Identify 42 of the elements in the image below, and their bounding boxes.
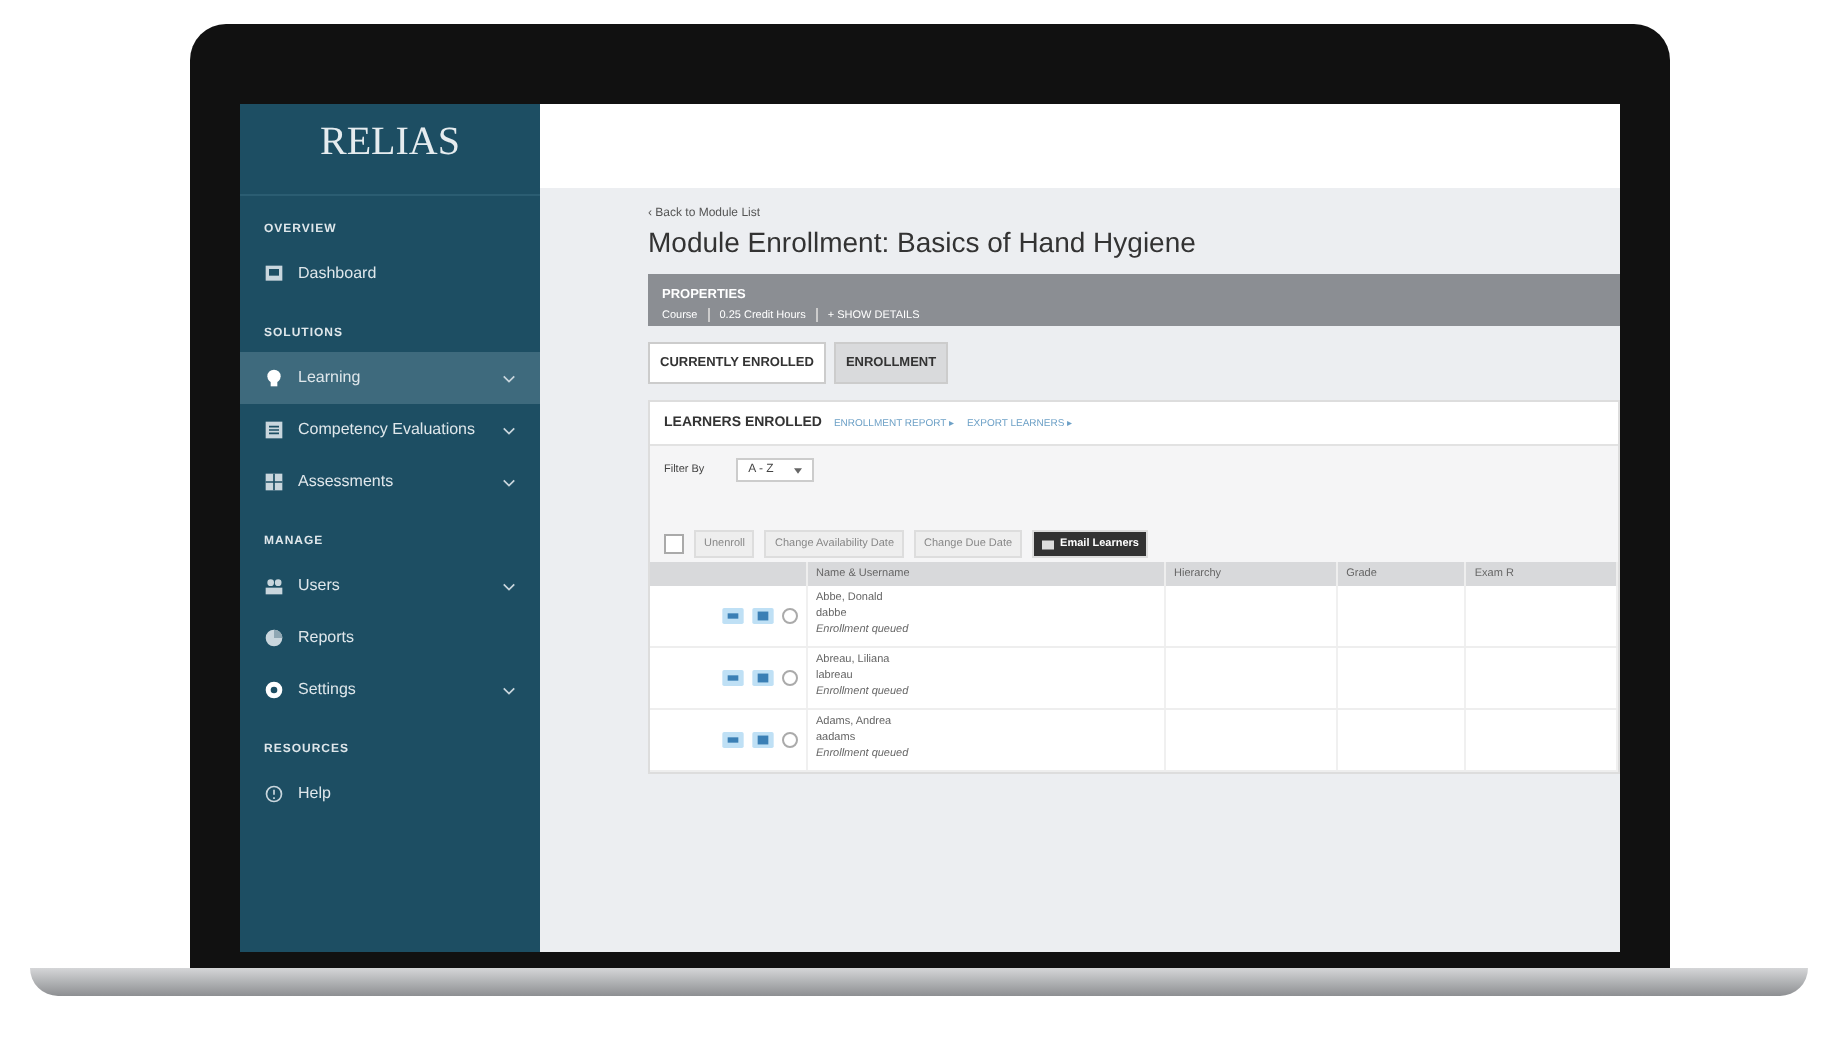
row-checkbox[interactable]: [782, 669, 798, 686]
page-title: Module Enrollment: Basics of Hand Hygiene: [648, 226, 1198, 258]
dashboard-icon: [264, 264, 284, 284]
message-icon[interactable]: [752, 608, 774, 624]
nav-label: Help: [298, 785, 333, 803]
list-icon: [264, 420, 284, 440]
sidebar-item[interactable]: Users: [240, 560, 540, 612]
chevron-down-icon: [502, 685, 516, 695]
nav-label: Learning: [298, 369, 363, 387]
envelope-icon: [1042, 539, 1055, 549]
chevron-down-icon: [502, 373, 516, 383]
id-card-icon[interactable]: [722, 608, 744, 624]
users-icon: [264, 576, 284, 596]
sidebar-item[interactable]: Assessments: [240, 456, 540, 508]
sidebar-item[interactable]: Help: [240, 768, 540, 820]
message-icon[interactable]: [752, 669, 774, 686]
sidebar-item[interactable]: Settings: [240, 664, 540, 716]
grid-icon: [264, 472, 284, 492]
help-icon: [264, 784, 284, 804]
nav-label: Competency Evaluations: [298, 421, 477, 439]
chevron-down-icon: [502, 477, 516, 487]
chevron-down-icon: [502, 425, 516, 435]
id-card-icon[interactable]: [722, 669, 744, 686]
caret-icon: [793, 467, 802, 473]
id-card-icon[interactable]: [722, 731, 744, 748]
sidebar-item[interactable]: Dashboard: [240, 248, 540, 300]
lightbulb-icon: [264, 368, 284, 388]
pie-chart-icon: [264, 628, 284, 648]
nav-label: Assessments: [298, 473, 396, 491]
sidebar-item[interactable]: Competency Evaluations: [240, 404, 540, 456]
nav-label: Settings: [298, 681, 358, 699]
sidebar-item[interactable]: Reports: [240, 612, 540, 664]
nav-label: Dashboard: [298, 265, 379, 283]
row-checkbox[interactable]: [782, 608, 798, 624]
select-all-checkbox[interactable]: [664, 534, 684, 554]
message-icon[interactable]: [752, 731, 774, 748]
sidebar-item[interactable]: Learning: [240, 352, 540, 404]
settings-icon: [264, 680, 284, 700]
nav-label: Reports: [298, 629, 357, 647]
row-checkbox[interactable]: [782, 731, 798, 748]
nav-label: Users: [298, 577, 342, 595]
chevron-down-icon: [502, 581, 516, 591]
